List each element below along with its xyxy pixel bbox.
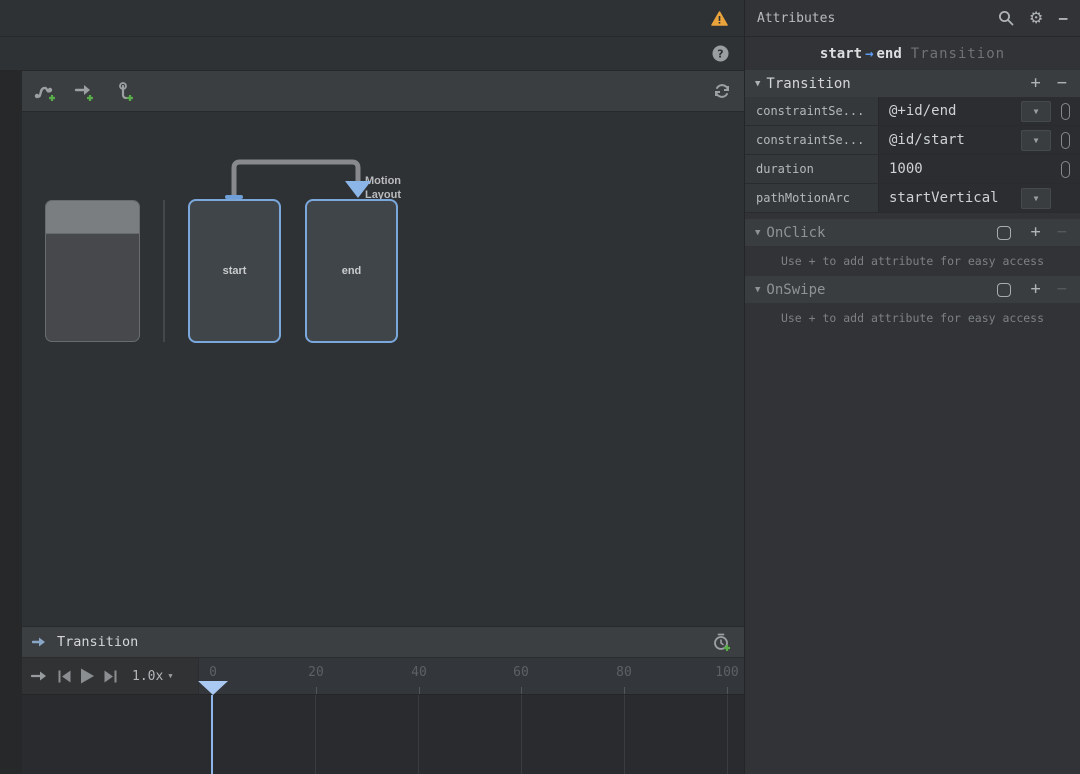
svg-text:?: ? — [717, 48, 723, 61]
attr-row-constraint-set-start: constraintSe... @id/start ▼ — [745, 126, 1080, 155]
motion-editor-body: Motion Layout start end Transition 1.0x … — [0, 71, 744, 774]
playhead-handle[interactable] — [198, 681, 228, 695]
editor-top-toolbar — [0, 0, 744, 37]
section-onclick[interactable]: ▼ OnClick + − — [745, 219, 1080, 246]
constraint-set-end-value[interactable]: @+id/end — [889, 103, 1021, 119]
warning-icon[interactable] — [707, 6, 731, 30]
add-onswipe-button[interactable]: + — [1031, 281, 1041, 298]
refresh-icon[interactable] — [710, 79, 734, 103]
pick-resource-icon[interactable] — [1060, 102, 1070, 120]
timeline-header[interactable]: Transition — [22, 626, 744, 658]
add-keyframe-clock-icon[interactable] — [710, 630, 734, 654]
motion-editor-window: ? Motion Layout start end Transition 1.0… — [0, 0, 1080, 774]
tick-label-60: 60 — [513, 665, 529, 680]
motion-layout-node[interactable] — [45, 200, 140, 342]
timeline-gridline — [624, 695, 625, 774]
attr-row-path-motion-arc: pathMotionArc startVertical ▼ — [745, 184, 1080, 213]
playhead-line[interactable] — [211, 695, 213, 774]
tick-label-0: 0 — [209, 665, 217, 680]
timeline-title: Transition — [57, 634, 139, 650]
selected-transition-subtitle: start → end Transition — [745, 37, 1080, 70]
playback-speed-dropdown[interactable]: 1.0x ▼ — [132, 669, 173, 684]
timeline-gridline — [521, 695, 522, 774]
add-attribute-button[interactable]: + — [1031, 75, 1041, 92]
timeline-controls: 1.0x ▼ — [22, 658, 198, 694]
add-onclick-button[interactable]: + — [1031, 224, 1041, 241]
path-motion-arc-value[interactable]: startVertical — [889, 190, 1021, 206]
remove-attribute-button[interactable]: − — [1057, 75, 1067, 92]
motion-layout-label: Motion Layout — [364, 175, 402, 201]
timeline-ruler[interactable]: 0 20 40 60 80 100 — [198, 658, 744, 695]
transition-direction-icon[interactable] — [31, 670, 49, 682]
tick-label-100: 100 — [715, 665, 739, 680]
tick-label-80: 80 — [616, 665, 632, 680]
hide-panel-icon[interactable]: − — [1058, 9, 1068, 28]
path-motion-arc-dropdown[interactable]: ▼ — [1021, 187, 1051, 209]
motion-editor-panel: Motion Layout start end Transition 1.0x … — [22, 71, 744, 774]
attributes-panel-header: Attributes ⚙ − — [745, 0, 1080, 37]
end-label: end — [341, 265, 362, 277]
onswipe-hint: Use + to add attribute for easy access — [780, 311, 1045, 325]
tick-mark — [624, 687, 625, 694]
add-transition-icon[interactable] — [72, 79, 96, 103]
attr-row-duration: duration 1000 — [745, 155, 1080, 184]
skip-to-end-button[interactable] — [104, 670, 117, 683]
pick-resource-icon[interactable] — [1060, 160, 1070, 178]
remove-onswipe-button[interactable]: − — [1057, 281, 1067, 298]
transition-arrow-icon — [31, 633, 48, 652]
tick-mark — [419, 687, 420, 694]
section-onswipe[interactable]: ▼ OnSwipe + − — [745, 276, 1080, 303]
canvas-divider — [163, 200, 165, 342]
motion-toolbar — [22, 71, 744, 112]
collapse-icon[interactable]: ▼ — [755, 79, 760, 89]
constraint-set-start-value[interactable]: @id/start — [889, 132, 1021, 148]
speed-caret-icon: ▼ — [168, 672, 173, 680]
pick-resource-icon[interactable] — [1060, 131, 1070, 149]
tick-label-20: 20 — [308, 665, 324, 680]
remove-onclick-button[interactable]: − — [1057, 224, 1067, 241]
timeline-track-area[interactable] — [22, 694, 744, 774]
subtitle-end: end — [876, 45, 902, 62]
attributes-title: Attributes — [757, 10, 836, 26]
help-icon[interactable]: ? — [708, 42, 732, 66]
left-gutter — [0, 71, 22, 774]
subtitle-kind: Transition — [910, 45, 1006, 62]
tick-mark — [521, 687, 522, 694]
collapse-icon[interactable]: ▼ — [755, 228, 760, 238]
timeline-bar: 1.0x ▼ 0 20 40 60 80 100 — [22, 658, 744, 695]
motion-layout-node-header — [46, 201, 139, 234]
start-label: start — [222, 265, 247, 277]
attributes-panel: Attributes ⚙ − start → end Transition ▼ … — [745, 0, 1080, 774]
constraint-set-start-dropdown[interactable]: ▼ — [1021, 129, 1051, 151]
editor-second-toolbar: ? — [0, 37, 744, 71]
tick-mark — [316, 687, 317, 694]
subtitle-arrow-icon: → — [865, 45, 874, 62]
constraint-set-start[interactable]: start — [188, 199, 281, 343]
collapse-icon[interactable]: ▼ — [755, 285, 760, 295]
add-constraint-set-icon[interactable] — [32, 79, 56, 103]
subtitle-start: start — [819, 45, 863, 62]
tick-mark — [727, 687, 728, 694]
play-button[interactable] — [80, 668, 95, 684]
design-surface-area: ? Motion Layout start end Transition 1.0… — [0, 0, 745, 774]
onclick-hint: Use + to add attribute for easy access — [780, 254, 1045, 268]
duration-value[interactable]: 1000 — [889, 161, 1056, 177]
section-transition[interactable]: ▼ Transition + − — [745, 70, 1080, 97]
motion-overview-canvas[interactable]: Motion Layout start end — [22, 112, 744, 626]
constraint-set-end[interactable]: end — [305, 199, 398, 343]
constraint-set-end-dropdown[interactable]: ▼ — [1021, 100, 1051, 122]
gear-icon[interactable]: ⚙ — [1029, 10, 1043, 26]
skip-to-start-button[interactable] — [58, 670, 71, 683]
tick-label-40: 40 — [411, 665, 427, 680]
onclick-checkbox[interactable] — [996, 225, 1011, 240]
onswipe-checkbox[interactable] — [996, 282, 1011, 297]
add-click-or-swipe-icon[interactable] — [112, 79, 136, 103]
attr-row-constraint-set-end: constraintSe... @+id/end ▼ — [745, 97, 1080, 126]
timeline-gridline — [418, 695, 419, 774]
search-icon[interactable] — [998, 10, 1014, 26]
timeline-gridline — [727, 695, 728, 774]
timeline-gridline — [315, 695, 316, 774]
